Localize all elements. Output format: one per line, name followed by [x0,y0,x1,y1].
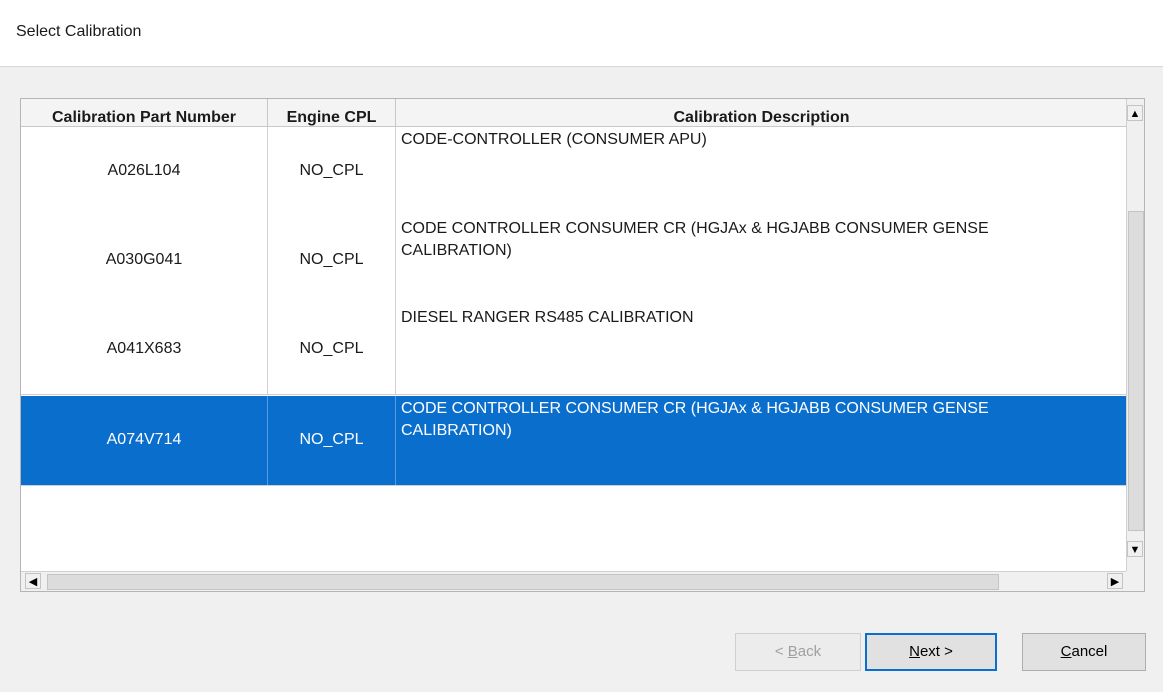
scroll-up-arrow-icon[interactable]: ▲ [1127,105,1143,121]
dialog-header: Select Calibration [0,0,1163,67]
table-row[interactable]: A041X683 NO_CPL DIESEL RANGER RS485 CALI… [21,305,1128,395]
engine-cpl-cell: NO_CPL [268,127,396,216]
engine-cpl-cell: NO_CPL [268,216,396,305]
table-row[interactable]: A026L104 NO_CPL CODE-CONTROLLER (CONSUME… [21,127,1128,217]
description-cell: CODE CONTROLLER CONSUMER CR (HGJAx & HGJ… [396,216,1128,305]
engine-cpl-cell: NO_CPL [268,396,396,485]
vertical-scrollbar[interactable]: ▲ ▼ [1126,99,1144,573]
cancel-button[interactable]: Cancel [1022,633,1146,671]
horizontal-scrollbar[interactable]: ◀ ▶ [21,571,1128,591]
dialog-title: Select Calibration [16,23,142,40]
table-row[interactable]: A030G041 NO_CPL CODE CONTROLLER CONSUMER… [21,216,1128,306]
back-accelerator: B [787,643,798,660]
table-row-selected[interactable]: A074V714 NO_CPL CODE CONTROLLER CONSUMER… [21,396,1128,486]
column-header-calibration-description[interactable]: Calibration Description [396,99,1128,127]
part-number-cell: A074V714 [21,396,268,485]
scroll-left-arrow-icon[interactable]: ◀ [25,573,41,589]
description-cell: CODE CONTROLLER CONSUMER CR (HGJAx & HGJ… [396,396,1128,485]
column-header-part-number[interactable]: Calibration Part Number [21,99,268,127]
part-number-cell: A030G041 [21,216,268,305]
horizontal-scroll-thumb[interactable] [47,574,999,590]
select-calibration-dialog: Select Calibration Calibration Part Numb… [0,0,1163,692]
part-number-cell: A041X683 [21,305,268,394]
back-label: ack [797,643,822,660]
next-label: ext > [919,643,953,660]
next-button[interactable]: Next > [865,633,997,671]
scrollbar-corner [1126,571,1144,591]
column-header-engine-cpl[interactable]: Engine CPL [268,99,396,127]
scroll-down-arrow-icon[interactable]: ▼ [1127,541,1143,557]
cancel-label: ancel [1071,643,1108,660]
description-cell: CODE-CONTROLLER (CONSUMER APU) [396,127,1128,216]
engine-cpl-cell: NO_CPL [268,305,396,394]
vertical-scroll-thumb[interactable] [1128,211,1144,531]
back-button[interactable]: < Back [735,633,861,671]
cancel-accelerator: C [1060,643,1072,660]
description-cell: DIESEL RANGER RS485 CALIBRATION [396,305,1128,394]
part-number-cell: A026L104 [21,127,268,216]
scroll-right-arrow-icon[interactable]: ▶ [1107,573,1123,589]
calibration-grid[interactable]: Calibration Part Number Engine CPL Calib… [20,98,1145,592]
next-accelerator: N [909,643,920,660]
back-prefix: < [774,643,788,660]
